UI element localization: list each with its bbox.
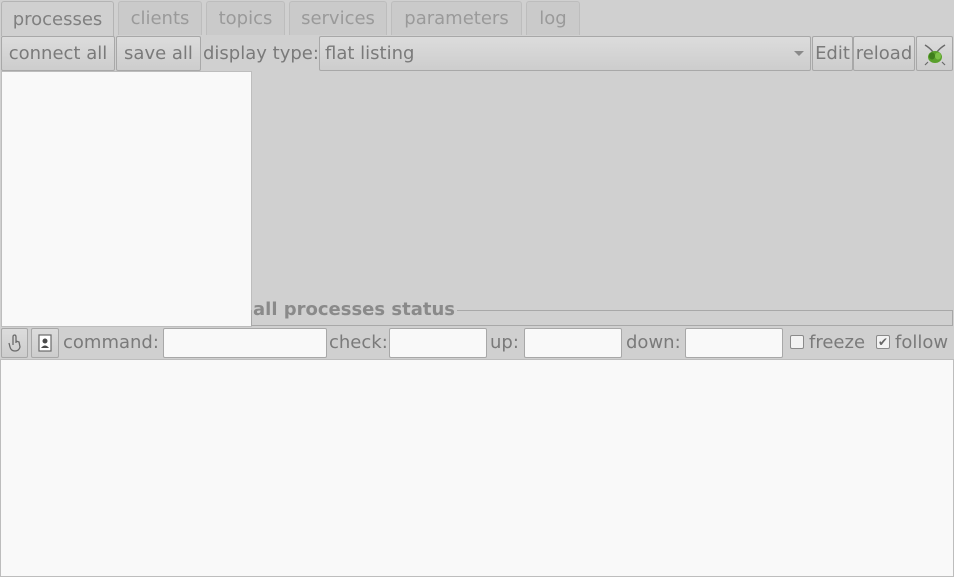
display-type-label: display type: bbox=[203, 43, 319, 64]
checkmark-icon: ✔ bbox=[877, 335, 889, 349]
tab-label: log bbox=[539, 8, 567, 29]
freeze-label: freeze bbox=[809, 332, 866, 353]
save-all-button[interactable]: save all bbox=[116, 36, 201, 71]
document-icon bbox=[38, 334, 52, 352]
down-label: down: bbox=[626, 332, 681, 353]
tab-parameters[interactable]: parameters bbox=[391, 1, 522, 35]
freeze-checkbox[interactable] bbox=[790, 335, 804, 349]
tab-services[interactable]: services bbox=[289, 1, 387, 35]
tab-processes[interactable]: processes bbox=[1, 1, 114, 36]
tab-label: topics bbox=[218, 8, 273, 29]
tab-topics[interactable]: topics bbox=[206, 1, 285, 35]
status-group-divider bbox=[432, 310, 953, 311]
hand-pointer-icon bbox=[7, 334, 21, 352]
up-input[interactable] bbox=[524, 328, 622, 358]
bug-logo-icon bbox=[924, 43, 945, 65]
chevron-down-icon bbox=[794, 51, 804, 56]
tab-label: clients bbox=[130, 8, 190, 29]
tab-bar: processes clients topics services parame… bbox=[0, 0, 954, 36]
display-type-select[interactable]: flat listing bbox=[319, 36, 811, 71]
command-input[interactable] bbox=[163, 328, 327, 358]
document-button[interactable] bbox=[31, 328, 59, 358]
process-list[interactable] bbox=[1, 71, 252, 327]
status-group-title: all processes status bbox=[253, 299, 457, 320]
tab-label: processes bbox=[12, 8, 103, 30]
follow-checkbox[interactable]: ✔ bbox=[876, 335, 890, 349]
check-label: check: bbox=[329, 332, 388, 353]
log-output[interactable] bbox=[0, 359, 954, 577]
tab-clients[interactable]: clients bbox=[118, 1, 202, 35]
connect-all-button[interactable]: connect all bbox=[1, 36, 115, 71]
tab-log[interactable]: log bbox=[526, 1, 580, 35]
up-label: up: bbox=[490, 332, 519, 353]
logo-button[interactable] bbox=[916, 36, 953, 71]
tab-label: parameters bbox=[404, 8, 509, 29]
reload-button[interactable]: reload bbox=[853, 36, 915, 71]
follow-label: follow bbox=[895, 332, 949, 353]
down-input[interactable] bbox=[685, 328, 783, 358]
command-label: command: bbox=[63, 332, 159, 353]
tab-label: services bbox=[301, 8, 375, 29]
display-type-value: flat listing bbox=[325, 43, 415, 64]
check-input[interactable] bbox=[389, 328, 487, 358]
edit-button[interactable]: Edit bbox=[812, 36, 853, 71]
select-tool-button[interactable] bbox=[1, 328, 28, 358]
